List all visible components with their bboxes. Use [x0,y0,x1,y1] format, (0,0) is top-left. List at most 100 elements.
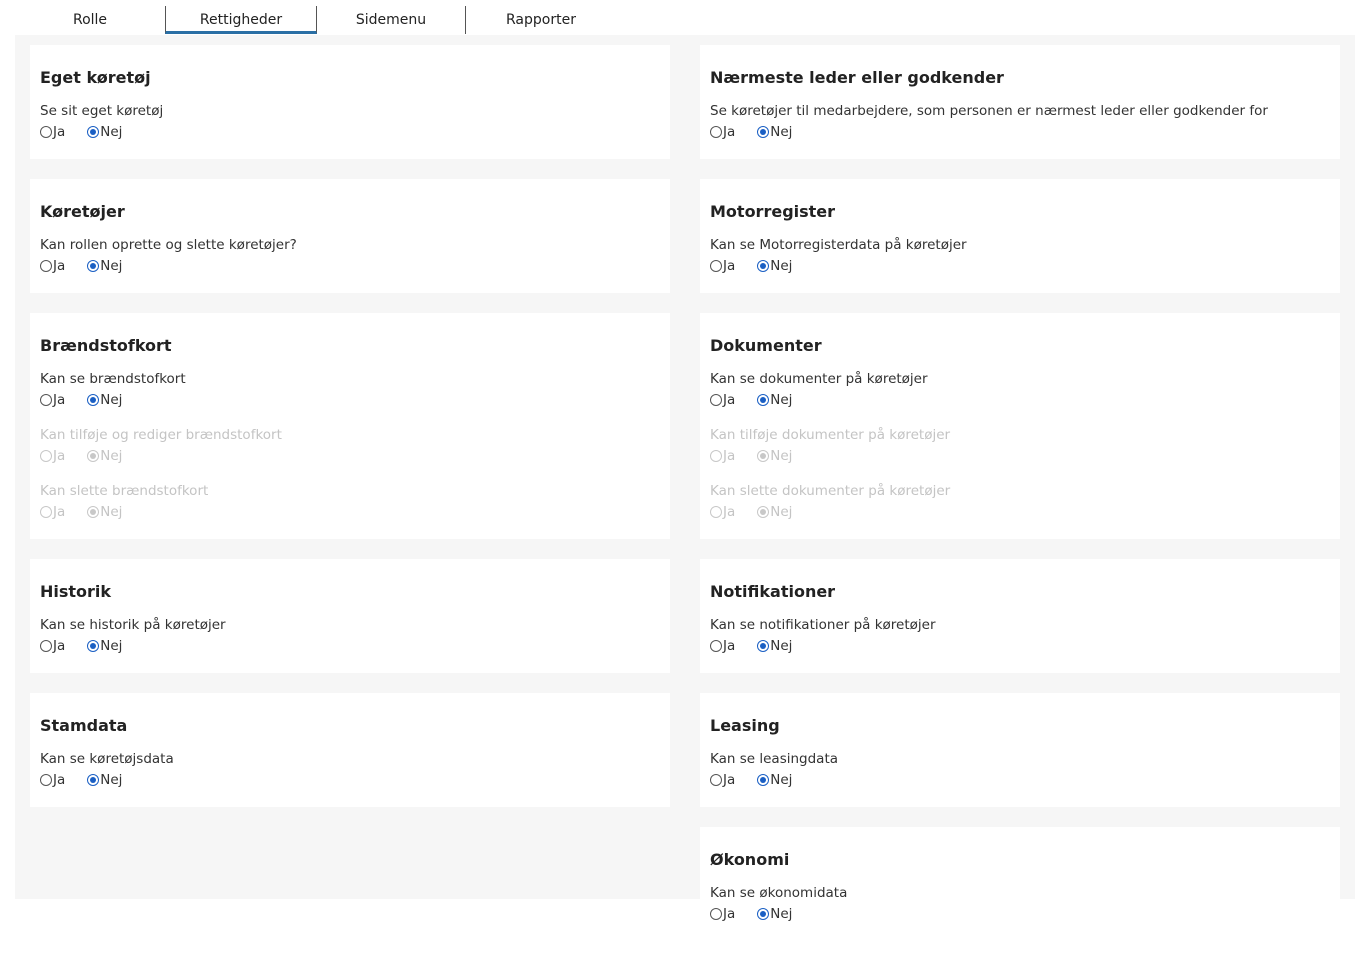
yes-no-radio-group: Ja Nej [40,121,660,143]
yes-no-radio-group: Ja Nej [710,635,1330,657]
tab-rettigheder[interactable]: Rettigheder [165,6,317,34]
radio-button[interactable] [710,640,722,652]
radio-option-nej[interactable]: Nej [87,772,122,788]
radio-option-ja[interactable]: Ja [40,392,65,408]
radio-label: Nej [100,504,123,520]
radio-option-nej[interactable]: Nej [757,258,792,274]
permission-question: Kan se leasingdata [710,751,839,767]
section-title: Dokumenter [710,336,822,355]
radio-button[interactable] [757,640,770,652]
section-title: Notifikationer [710,582,836,601]
yes-no-radio-group: Ja Nej [710,255,1330,277]
radio-option-nej[interactable]: Nej [87,638,122,654]
section-title: Leasing [710,716,780,735]
radio-label: Nej [100,258,123,274]
permission-card-eget-koeretoej: Eget køretøj Se sit eget køretøj Ja Nej [30,45,670,159]
radio-button[interactable] [87,774,100,786]
radio-button[interactable] [757,260,770,272]
yes-no-radio-group: Ja Nej [710,445,1330,467]
radio-option-ja[interactable]: Ja [710,258,735,274]
radio-button[interactable] [40,260,52,272]
radio-button[interactable] [87,394,100,406]
radio-label: Ja [53,392,66,408]
radio-option-nej[interactable]: Nej [87,124,122,140]
radio-label: Ja [53,772,66,788]
radio-option-ja[interactable]: Ja [710,392,735,408]
radio-label: Ja [723,448,736,464]
radio-label: Nej [770,258,793,274]
radio-button[interactable] [87,126,100,138]
radio-button[interactable] [710,774,722,786]
radio-option-nej: Nej [757,504,792,520]
radio-label: Ja [723,638,736,654]
tab-sidemenu[interactable]: Sidemenu [316,6,466,34]
radio-button[interactable] [87,260,100,272]
radio-button[interactable] [757,126,770,138]
yes-no-radio-group: Ja Nej [40,445,660,467]
radio-button[interactable] [757,394,770,406]
radio-label: Nej [770,448,793,464]
radio-label: Nej [100,448,123,464]
section-title: Nærmeste leder eller godkender [710,68,1004,87]
radio-button[interactable] [40,126,52,138]
radio-option-ja[interactable]: Ja [40,638,65,654]
radio-option-nej: Nej [87,504,122,520]
tab-bar: Rolle Rettigheder Sidemenu Rapporter [15,0,1355,35]
tab-rolle[interactable]: Rolle [15,6,165,34]
yes-no-radio-group: Ja Nej [40,255,660,277]
radio-option-nej[interactable]: Nej [757,772,792,788]
radio-label: Ja [723,504,736,520]
radio-button [710,506,722,518]
permission-question: Kan se dokumenter på køretøjer [710,371,928,387]
radio-option-ja[interactable]: Ja [40,258,65,274]
section-title: Stamdata [40,716,128,735]
radio-button [87,506,100,518]
permission-question: Kan tilføje dokumenter på køretøjer [710,427,951,443]
radio-option-ja[interactable]: Ja [40,772,65,788]
left-column: Eget køretøj Se sit eget køretøj Ja Nej Køre… [30,45,670,827]
radio-option-ja: Ja [40,448,65,464]
yes-no-radio-group: Ja Nej [710,501,1330,523]
radio-option-nej[interactable]: Nej [757,392,792,408]
section-title: Økonomi [710,850,790,869]
yes-no-radio-group: Ja Nej [40,769,660,791]
permission-question: Kan rollen oprette og slette køretøjer? [40,237,297,253]
radio-button[interactable] [757,774,770,786]
radio-option-nej[interactable]: Nej [757,124,792,140]
radio-option-ja[interactable]: Ja [40,124,65,140]
radio-button[interactable] [40,774,52,786]
permission-card-oekonomi: Økonomi Kan se økonomidata Ja Nej [700,827,1340,941]
radio-label: Ja [53,504,66,520]
radio-button[interactable] [87,640,100,652]
permission-card-motorregister: Motorregister Kan se Motorregisterdata på… [700,179,1340,293]
radio-option-nej[interactable]: Nej [757,906,792,922]
radio-option-ja: Ja [40,504,65,520]
section-title: Brændstofkort [40,336,172,355]
radio-option-ja[interactable]: Ja [710,124,735,140]
permission-card-stamdata: Stamdata Kan se køretøjsdata Ja Nej [30,693,670,807]
radio-label: Ja [723,124,736,140]
radio-button[interactable] [710,126,722,138]
permission-card-notifikationer: Notifikationer Kan se notifikationer på k… [700,559,1340,673]
radio-option-nej[interactable]: Nej [757,638,792,654]
radio-button[interactable] [710,394,722,406]
radio-label: Nej [770,638,793,654]
radio-button[interactable] [710,260,722,272]
radio-label: Nej [770,504,793,520]
permission-card-naermeste-leder-eller-godkender: Nærmeste leder eller godkender Se køretøj… [700,45,1340,159]
tab-rapporter[interactable]: Rapporter [465,6,616,34]
radio-button [40,450,52,462]
permission-question: Kan slette dokumenter på køretøjer [710,483,951,499]
radio-option-nej: Nej [757,448,792,464]
yes-no-radio-group: Ja Nej [710,121,1330,143]
radio-button[interactable] [40,394,52,406]
radio-option-nej[interactable]: Nej [87,392,122,408]
permission-question: Kan se notifikationer på køretøjer [710,617,936,633]
radio-option-nej[interactable]: Nej [87,258,122,274]
permission-card-braendstofkort: Brændstofkort Kan se brændstofkort Ja Nej Ka… [30,313,670,539]
radio-option-ja[interactable]: Ja [710,772,735,788]
radio-button[interactable] [40,640,52,652]
radio-option-ja[interactable]: Ja [710,638,735,654]
yes-no-radio-group: Ja Nej [710,769,1330,791]
radio-option-ja[interactable]: Ja [710,906,735,922]
